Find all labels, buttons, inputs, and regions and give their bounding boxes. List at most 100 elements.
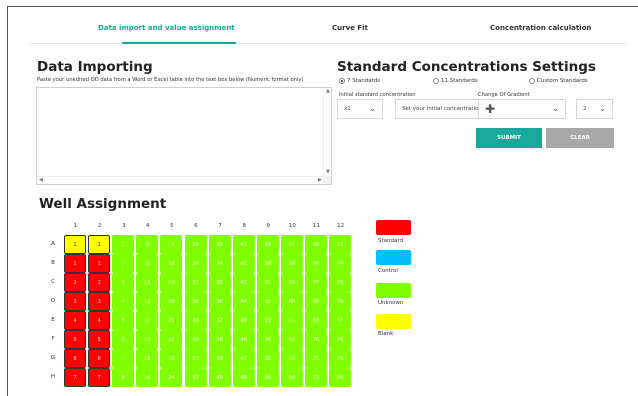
legend-standard-swatch[interactable] bbox=[376, 220, 411, 235]
well-cell[interactable]: 1 bbox=[88, 254, 111, 273]
well-cell[interactable]: 1 bbox=[64, 235, 86, 254]
well-cell[interactable]: 74 bbox=[329, 254, 352, 273]
well-cell[interactable]: 3 bbox=[64, 292, 86, 311]
well-cell[interactable]: 70 bbox=[305, 330, 327, 349]
well-cell[interactable]: 23 bbox=[160, 349, 183, 368]
well-cell[interactable]: 30 bbox=[184, 330, 207, 349]
well-cell[interactable]: 27 bbox=[184, 273, 207, 292]
well-cell[interactable]: 63 bbox=[280, 349, 303, 368]
well-cell[interactable]: 22 bbox=[160, 330, 183, 349]
well-cell[interactable]: 34 bbox=[208, 254, 231, 273]
well-cell[interactable]: 6 bbox=[112, 330, 135, 349]
tab-data-import[interactable]: Data import and value assignment bbox=[98, 24, 235, 32]
well-cell[interactable]: 7 bbox=[112, 349, 135, 368]
well-cell[interactable]: 59 bbox=[280, 273, 303, 292]
well-cell[interactable]: 55 bbox=[256, 349, 279, 368]
well-cell[interactable]: 73 bbox=[329, 235, 352, 254]
well-cell[interactable]: 37 bbox=[208, 311, 231, 330]
well-cell[interactable]: 18 bbox=[160, 254, 183, 273]
well-cell[interactable]: 4 bbox=[64, 311, 86, 330]
well-cell[interactable]: 21 bbox=[160, 311, 183, 330]
well-cell[interactable]: 72 bbox=[305, 368, 327, 387]
well-cell[interactable]: 45 bbox=[232, 311, 255, 330]
well-cell[interactable]: 4 bbox=[112, 292, 135, 311]
resize-grip-icon[interactable] bbox=[323, 176, 331, 184]
well-cell[interactable]: 52 bbox=[256, 292, 279, 311]
well-cell[interactable]: 25 bbox=[184, 235, 207, 254]
well-cell[interactable]: 19 bbox=[160, 273, 183, 292]
well-cell[interactable]: 3 bbox=[112, 273, 135, 292]
well-cell[interactable]: 64 bbox=[280, 368, 303, 387]
well-cell[interactable]: 57 bbox=[280, 235, 303, 254]
well-cell[interactable]: 51 bbox=[256, 273, 279, 292]
well-cell[interactable]: 39 bbox=[208, 349, 231, 368]
well-cell[interactable]: 14 bbox=[136, 330, 159, 349]
well-cell[interactable]: 71 bbox=[305, 349, 327, 368]
radio-checked-icon[interactable] bbox=[339, 78, 345, 84]
well-cell[interactable]: 3 bbox=[88, 292, 111, 311]
well-cell[interactable]: 42 bbox=[232, 254, 255, 273]
well-cell[interactable]: 78 bbox=[329, 330, 352, 349]
well-cell[interactable]: 2 bbox=[112, 254, 135, 273]
well-cell[interactable]: 10 bbox=[136, 254, 159, 273]
well-cell[interactable]: 46 bbox=[232, 330, 255, 349]
well-cell[interactable]: 49 bbox=[256, 235, 279, 254]
well-cell[interactable]: 5 bbox=[88, 330, 111, 349]
gradient-operator-select[interactable]: ✚ ⌄ bbox=[478, 99, 566, 119]
well-cell[interactable]: 16 bbox=[136, 368, 159, 387]
well-cell[interactable]: 24 bbox=[160, 368, 183, 387]
well-cell[interactable]: 41 bbox=[232, 235, 255, 254]
well-cell[interactable]: 15 bbox=[136, 349, 159, 368]
well-cell[interactable]: 68 bbox=[305, 292, 327, 311]
well-cell[interactable]: 58 bbox=[280, 254, 303, 273]
legend-unknown-swatch[interactable] bbox=[376, 283, 411, 298]
well-cell[interactable]: 44 bbox=[232, 292, 255, 311]
well-cell[interactable]: 7 bbox=[64, 368, 86, 387]
well-cell[interactable]: 62 bbox=[280, 330, 303, 349]
well-cell[interactable]: 6 bbox=[64, 349, 86, 368]
well-cell[interactable]: 75 bbox=[329, 273, 352, 292]
well-cell[interactable]: 67 bbox=[305, 273, 327, 292]
well-cell[interactable]: 11 bbox=[136, 273, 159, 292]
well-cell[interactable]: 38 bbox=[208, 330, 231, 349]
well-cell[interactable]: 17 bbox=[160, 235, 183, 254]
well-cell[interactable]: 60 bbox=[280, 292, 303, 311]
tab-concentration-calculation[interactable]: Concentration calculation bbox=[490, 24, 591, 32]
well-cell[interactable]: 53 bbox=[256, 311, 279, 330]
well-cell[interactable]: 1 bbox=[64, 254, 86, 273]
well-cell[interactable]: 26 bbox=[184, 254, 207, 273]
well-cell[interactable]: 40 bbox=[208, 368, 231, 387]
scroll-down-icon[interactable]: ▼ bbox=[326, 170, 330, 175]
well-cell[interactable]: 31 bbox=[184, 349, 207, 368]
well-cell[interactable]: 1 bbox=[112, 235, 135, 254]
legend-control-swatch[interactable] bbox=[376, 250, 411, 265]
well-cell[interactable]: 79 bbox=[329, 349, 352, 368]
radio-11-standards[interactable]: 11 Standards bbox=[433, 78, 478, 84]
legend-blank-swatch[interactable] bbox=[376, 314, 411, 329]
well-cell[interactable]: 29 bbox=[184, 311, 207, 330]
well-cell[interactable]: 8 bbox=[112, 368, 135, 387]
well-cell[interactable]: 65 bbox=[305, 235, 327, 254]
well-cell[interactable]: 28 bbox=[184, 292, 207, 311]
radio-7-standards[interactable]: 7 Standards bbox=[339, 78, 380, 84]
well-cell[interactable]: 47 bbox=[232, 349, 255, 368]
scroll-right-icon[interactable]: ▶ bbox=[318, 178, 322, 183]
well-cell[interactable]: 35 bbox=[208, 273, 231, 292]
well-cell[interactable]: 56 bbox=[256, 368, 279, 387]
vertical-scrollbar[interactable]: ▲ ▼ bbox=[323, 88, 331, 176]
well-cell[interactable]: 48 bbox=[232, 368, 255, 387]
well-cell[interactable]: 80 bbox=[329, 368, 352, 387]
well-cell[interactable]: 2 bbox=[64, 273, 86, 292]
well-cell[interactable]: 7 bbox=[88, 368, 111, 387]
well-cell[interactable]: 66 bbox=[305, 254, 327, 273]
clear-button[interactable]: CLEAR bbox=[546, 128, 614, 148]
radio-custom-standards[interactable]: Custom Standards bbox=[529, 78, 588, 84]
horizontal-scrollbar[interactable]: ◀ ▶ bbox=[37, 176, 324, 184]
well-cell[interactable]: 13 bbox=[136, 311, 159, 330]
well-cell[interactable]: 69 bbox=[305, 311, 327, 330]
well-cell[interactable]: 4 bbox=[88, 311, 111, 330]
well-cell[interactable]: 32 bbox=[184, 368, 207, 387]
well-cell[interactable]: 50 bbox=[256, 254, 279, 273]
radio-unchecked-icon[interactable] bbox=[433, 78, 439, 84]
well-cell[interactable]: 20 bbox=[160, 292, 183, 311]
